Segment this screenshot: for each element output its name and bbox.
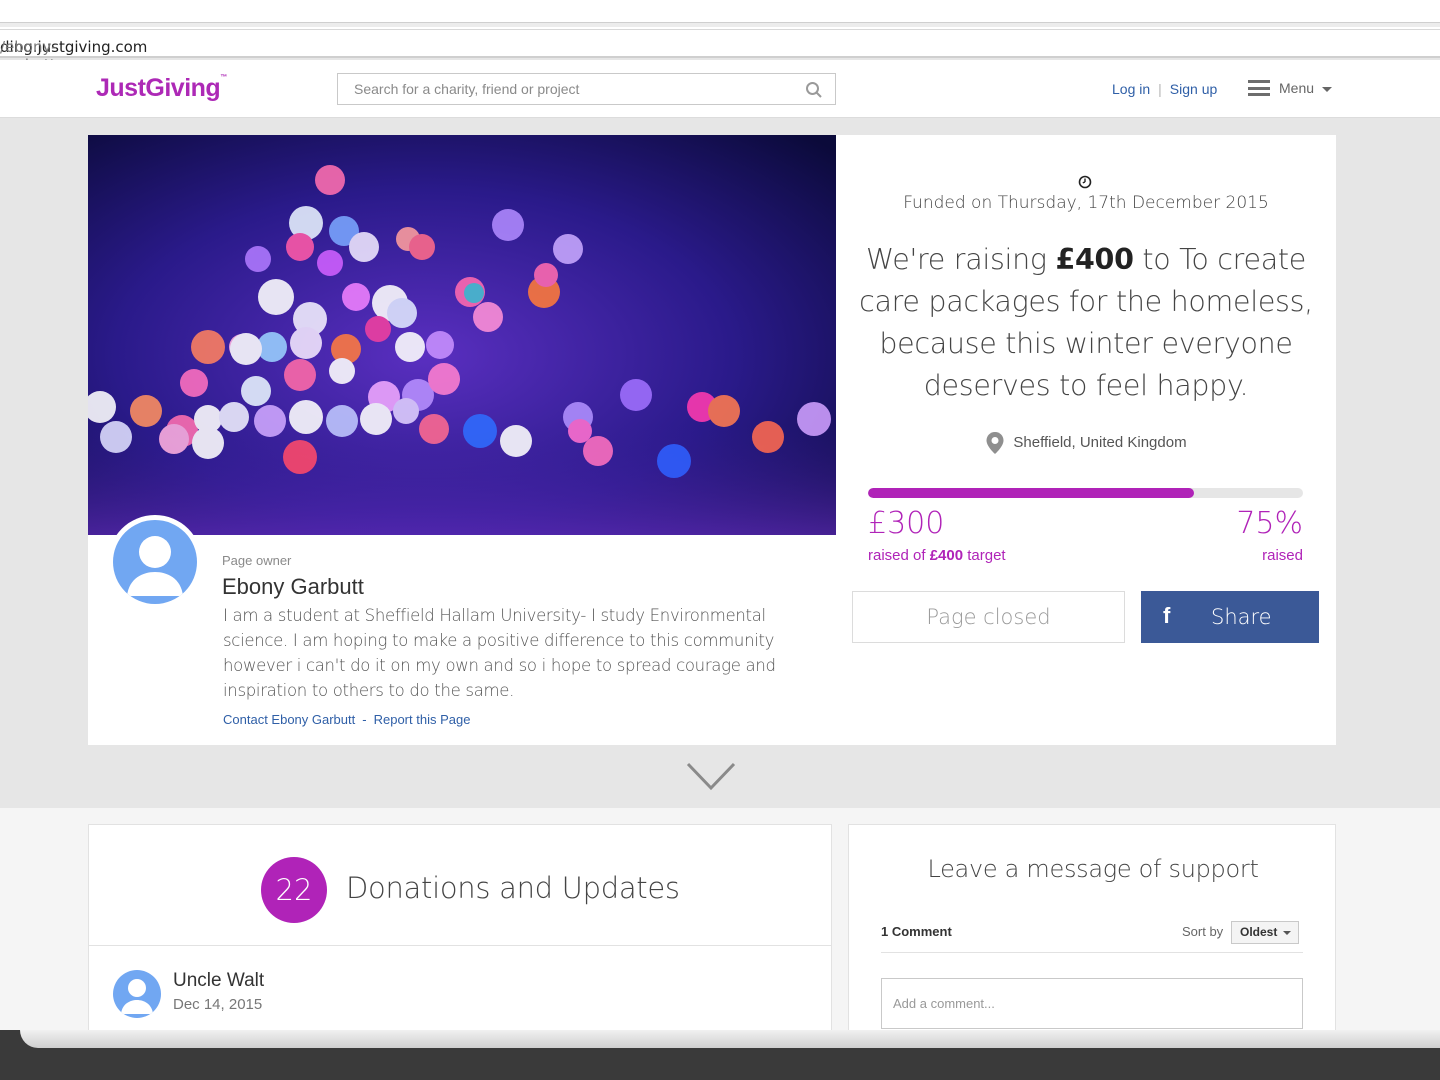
campaign-summary: Funded on Thursday, 17th December 2015 W…	[836, 135, 1336, 745]
window-lip	[20, 1030, 1440, 1048]
campaign-location: Sheffield, United Kingdom	[836, 431, 1336, 455]
target-prefix: raised of	[868, 547, 930, 564]
divider	[89, 945, 831, 946]
logo-trademark: ™	[220, 74, 227, 81]
menu-button[interactable]: Menu	[1248, 80, 1333, 96]
search-box	[337, 73, 836, 105]
fundraising-hero-card: Page owner Ebony Garbutt I am a student …	[88, 135, 1336, 745]
goal-prefix: We're raising	[866, 243, 1056, 276]
owner-links: Contact Ebony Garbutt - Report this Page	[223, 712, 470, 727]
signup-link[interactable]: Sign up	[1170, 81, 1217, 97]
location-text: Sheffield, United Kingdom	[1013, 433, 1187, 451]
progress-fill	[868, 488, 1195, 498]
target-amount: £400	[929, 547, 964, 564]
comment-input[interactable]	[882, 979, 1302, 1028]
site-header: JustGiving™ Log in | Sign up Menu	[0, 60, 1440, 118]
cover-image-bokeh-lights	[88, 135, 836, 535]
goal-amount: £400	[1055, 243, 1134, 276]
facebook-icon: f	[1163, 603, 1171, 628]
clock-icon	[1078, 175, 1092, 189]
donation-date: Dec 14, 2015	[173, 996, 263, 1013]
justgiving-logo[interactable]: JustGiving™	[96, 74, 227, 103]
comment-count: 1 Comment	[881, 924, 952, 939]
search-input[interactable]	[338, 74, 778, 104]
sort-value: Oldest	[1240, 925, 1278, 939]
raised-label: raised	[1262, 547, 1303, 564]
target-text: raised of £400 target	[868, 547, 1006, 564]
donor-avatar	[113, 970, 161, 1018]
donor-name: Uncle Walt	[173, 970, 265, 991]
page-owner-label: Page owner	[222, 553, 292, 568]
user-silhouette-icon	[121, 979, 153, 1014]
donations-card: 22 Donations and Updates Uncle Walt Dec …	[88, 824, 832, 1040]
address-bar[interactable]: ding.justgiving.com/ebony-garbutt	[0, 30, 1440, 74]
browser-tab-strip	[0, 0, 1440, 30]
sort-dropdown[interactable]: Oldest	[1231, 921, 1299, 944]
funded-date: Funded on Thursday, 17th December 2015	[903, 193, 1269, 213]
hamburger-icon	[1248, 80, 1270, 96]
chevron-down-icon[interactable]	[685, 760, 737, 794]
link-separator: -	[362, 712, 367, 727]
support-title: Leave a message of support	[927, 855, 1259, 883]
donations-title: Donations and Updates	[346, 871, 680, 905]
owner-name: Ebony Garbutt	[222, 574, 364, 599]
location-pin-icon	[986, 432, 1004, 454]
donations-count-badge: 22	[261, 857, 327, 923]
owner-bio: I am a student at Sheffield Hallam Unive…	[223, 606, 776, 700]
browser-toolbar-strip	[0, 22, 1440, 27]
facebook-share-button[interactable]: f Share	[1141, 591, 1319, 643]
support-message-card: Leave a message of support 1 Comment Sor…	[848, 824, 1336, 1040]
comment-box	[881, 978, 1303, 1029]
raised-percent: 75%	[1236, 506, 1303, 541]
page-closed-button[interactable]: Page closed	[852, 591, 1125, 643]
window-bottom-edge	[0, 1030, 1440, 1080]
nav-divider: |	[1158, 81, 1162, 97]
sort-label: Sort by	[1182, 924, 1224, 939]
funding-progress-bar	[868, 488, 1303, 498]
campaign-goal-statement: We're raising £400 to To create care pac…	[856, 239, 1316, 407]
login-link[interactable]: Log in	[1112, 81, 1150, 97]
share-label: Share	[1211, 605, 1272, 629]
contact-owner-link[interactable]: Contact Ebony Garbutt	[223, 712, 355, 727]
search-icon[interactable]	[805, 81, 823, 99]
target-suffix: target	[963, 547, 1006, 564]
auth-links: Log in | Sign up	[1112, 81, 1217, 97]
chevron-down-icon	[1283, 931, 1291, 935]
chevron-down-icon	[1322, 86, 1333, 92]
report-page-link[interactable]: Report this Page	[374, 712, 471, 727]
owner-avatar	[108, 515, 202, 609]
user-silhouette-icon	[127, 536, 183, 596]
raised-amount: £300	[868, 506, 945, 541]
divider	[881, 952, 1303, 953]
menu-label: Menu	[1279, 80, 1315, 96]
logo-text: JustGiving	[96, 74, 221, 102]
